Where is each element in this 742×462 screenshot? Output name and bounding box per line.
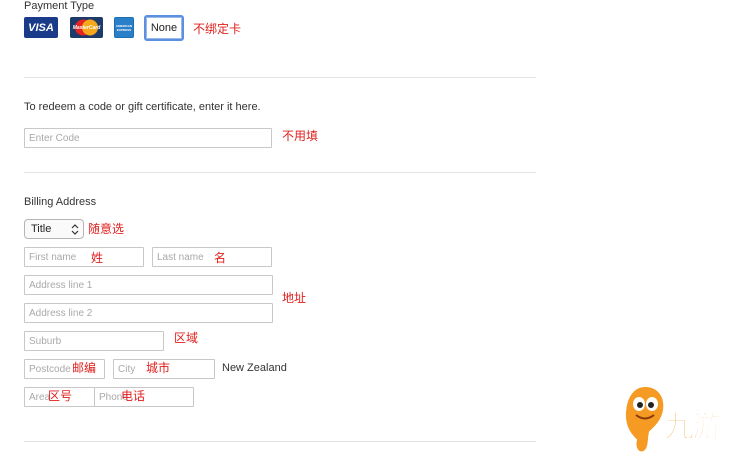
country-label: New Zealand [222, 362, 287, 374]
code-note: 不用填 [282, 129, 319, 143]
no-card-note: 不绑定卡 [193, 22, 242, 36]
amex-label: AMERICAN EXPRESS [115, 23, 133, 32]
title-select-value: Title [31, 223, 52, 235]
address-line-1-placeholder: Address line 1 [29, 279, 93, 291]
suburb-input[interactable]: Suburb [24, 331, 164, 351]
last-name-input[interactable]: Last name [152, 247, 272, 267]
mascot-icon [623, 384, 666, 454]
address-note: 地址 [282, 291, 307, 305]
last-name-note: 名 [214, 251, 227, 265]
watermark-text: 九游 [664, 410, 723, 446]
suburb-placeholder: Suburb [29, 335, 62, 347]
divider-1 [24, 77, 536, 78]
address-line-1-input[interactable]: Address line 1 [24, 275, 273, 295]
last-name-placeholder: Last name [157, 251, 204, 263]
title-note: 随意选 [88, 222, 125, 236]
city-placeholder: City [118, 363, 136, 375]
mastercard-label: MasterCard [72, 24, 101, 31]
area-code-note: 区号 [48, 389, 73, 403]
first-name-note: 姓 [91, 251, 104, 265]
address-line-2-placeholder: Address line 2 [29, 307, 93, 319]
visa-label: VISA [28, 21, 54, 34]
suburb-note: 区域 [174, 331, 199, 345]
none-card-option[interactable]: None [144, 15, 184, 41]
mastercard-card-option[interactable]: MasterCard [70, 17, 103, 38]
first-name-input[interactable]: First name [24, 247, 144, 267]
payment-type-heading: Payment Type [24, 0, 95, 12]
title-select[interactable]: Title [24, 219, 84, 239]
divider-2 [24, 172, 536, 173]
first-name-placeholder: First name [29, 251, 77, 263]
visa-card-option[interactable]: VISA [24, 17, 58, 38]
address-line-2-input[interactable]: Address line 2 [24, 303, 273, 323]
billing-address-heading: Billing Address [24, 196, 97, 208]
area-code-placeholder: Area [29, 391, 51, 403]
enter-code-input[interactable]: Enter Code [24, 128, 272, 148]
phone-note: 电话 [121, 389, 146, 403]
watermark-logo: 九游 [620, 382, 738, 456]
redeem-instruction: To redeem a code or gift certificate, en… [24, 101, 261, 113]
postcode-placeholder: Postcode [29, 363, 71, 375]
postcode-note: 邮编 [72, 361, 97, 375]
amex-card-option[interactable]: AMERICAN EXPRESS [114, 17, 134, 38]
none-label: None [150, 22, 178, 34]
select-arrows-icon [71, 224, 79, 235]
city-note: 城市 [146, 361, 171, 375]
divider-3 [24, 441, 536, 442]
enter-code-placeholder: Enter Code [29, 132, 80, 144]
